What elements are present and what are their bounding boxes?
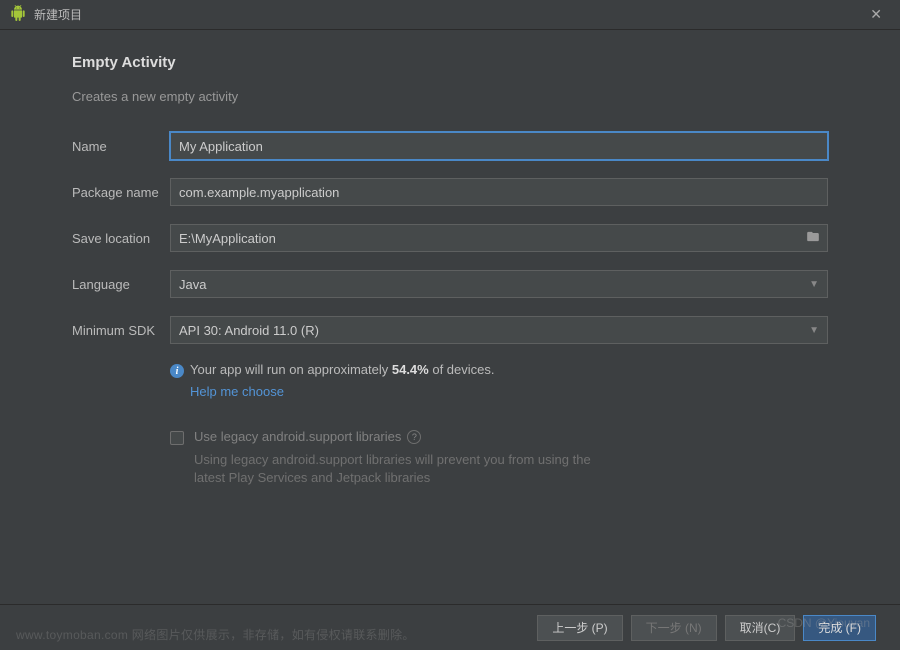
close-icon[interactable]: ✕: [862, 2, 890, 27]
cancel-button[interactable]: 取消(C): [725, 615, 796, 641]
help-me-choose-link[interactable]: Help me choose: [190, 384, 828, 399]
label-language: Language: [72, 277, 170, 292]
chevron-down-icon: ▼: [809, 325, 819, 336]
page-heading: Empty Activity: [72, 54, 828, 71]
titlebar: 新建项目 ✕: [0, 0, 900, 30]
row-language: Language Java ▼: [72, 270, 828, 298]
help-icon[interactable]: ?: [407, 430, 421, 444]
previous-button[interactable]: 上一步 (P): [537, 615, 622, 641]
row-name: Name: [72, 132, 828, 160]
package-input[interactable]: [170, 178, 828, 206]
label-name: Name: [72, 139, 170, 154]
legacy-label: Use legacy android.support libraries ?: [194, 429, 421, 444]
label-min-sdk: Minimum SDK: [72, 323, 170, 338]
android-icon: [10, 5, 26, 24]
row-min-sdk: Minimum SDK API 30: Android 11.0 (R) ▼: [72, 316, 828, 344]
info-icon: i: [170, 364, 184, 378]
content-area: Empty Activity Creates a new empty activ…: [0, 30, 900, 487]
next-button: 下一步 (N): [631, 615, 717, 641]
min-sdk-select[interactable]: API 30: Android 11.0 (R) ▼: [170, 316, 828, 344]
legacy-checkbox[interactable]: [170, 431, 184, 445]
device-coverage-info: i Your app will run on approximately 54.…: [170, 362, 828, 378]
label-package: Package name: [72, 185, 170, 200]
label-save-location: Save location: [72, 231, 170, 246]
legacy-description: Using legacy android.support libraries w…: [194, 451, 614, 487]
chevron-down-icon: ▼: [809, 279, 819, 290]
row-save-location: Save location: [72, 224, 828, 252]
min-sdk-value: API 30: Android 11.0 (R): [179, 323, 319, 338]
name-input[interactable]: [170, 132, 828, 160]
row-package: Package name: [72, 178, 828, 206]
window-title: 新建项目: [34, 6, 82, 23]
folder-icon[interactable]: [806, 230, 820, 247]
watermark-bottom-left: www.toymoban.com 网络图片仅供展示，非存储，如有侵权请联系删除。: [16, 626, 415, 643]
save-location-input[interactable]: [170, 224, 828, 252]
device-coverage-text: Your app will run on approximately 54.4%…: [190, 362, 495, 377]
language-select[interactable]: Java ▼: [170, 270, 828, 298]
language-value: Java: [179, 277, 206, 292]
page-subtitle: Creates a new empty activity: [72, 89, 828, 104]
legacy-row: Use legacy android.support libraries ?: [170, 429, 828, 445]
finish-button[interactable]: 完成 (F): [803, 615, 876, 641]
